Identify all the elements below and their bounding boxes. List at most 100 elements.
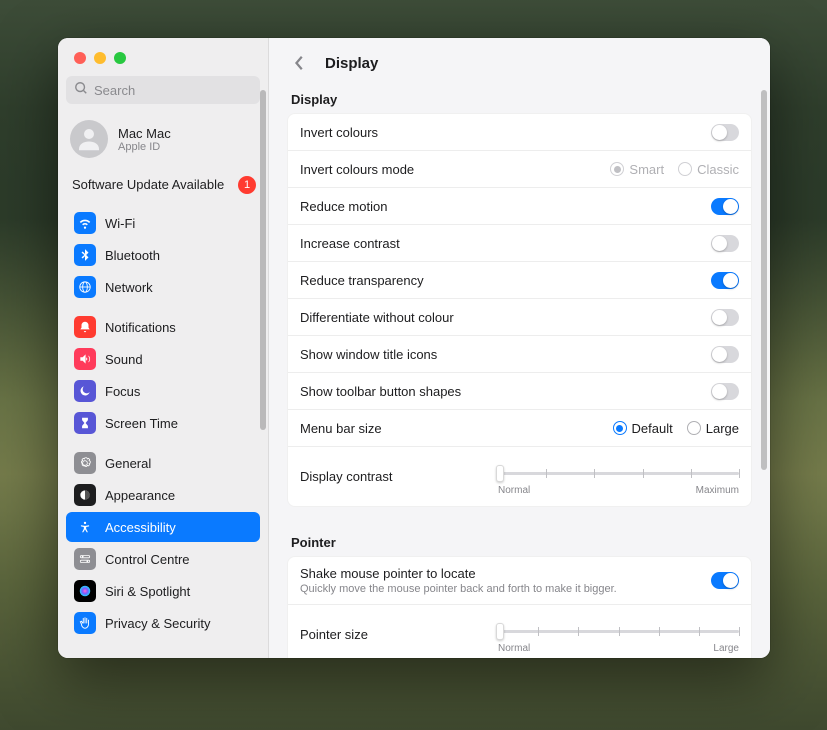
sidebar-item-control-centre[interactable]: Control Centre (66, 544, 260, 574)
search-input[interactable] (94, 83, 252, 98)
display-contrast-label: Display contrast (300, 469, 392, 484)
update-badge: 1 (238, 176, 256, 194)
differentiate-row: Differentiate without colour (288, 299, 751, 336)
account-sub: Apple ID (118, 141, 171, 153)
reduce-transparency-row: Reduce transparency (288, 262, 751, 299)
increase-contrast-toggle[interactable] (711, 235, 739, 252)
invert-mode-smart-radio: Smart (610, 162, 664, 177)
invert-mode-label: Invert colours mode (300, 162, 414, 177)
toggles-icon (74, 548, 96, 570)
maximize-window-button[interactable] (114, 52, 126, 64)
sidebar-item-label: Privacy & Security (105, 616, 210, 631)
moon-icon (74, 380, 96, 402)
toolbar-shapes-row: Show toolbar button shapes (288, 373, 751, 410)
hourglass-icon (74, 412, 96, 434)
invert-mode-classic-radio: Classic (678, 162, 739, 177)
sidebar-item-label: Wi-Fi (105, 216, 135, 231)
reduce-motion-row: Reduce motion (288, 188, 751, 225)
update-label: Software Update Available (72, 177, 224, 193)
sidebar-item-general[interactable]: General (66, 448, 260, 478)
bell-icon (74, 316, 96, 338)
toolbar-shapes-toggle[interactable] (711, 383, 739, 400)
pointer-size-normal-label: Normal (498, 643, 530, 654)
display-panel: Invert colours Invert colours mode Smart… (287, 113, 752, 507)
main-header: Display (269, 38, 770, 84)
sidebar: Mac Mac Apple ID Software Update Availab… (58, 38, 269, 658)
section-pointer-label: Pointer (287, 527, 752, 556)
invert-colours-row: Invert colours (288, 114, 751, 151)
sidebar-item-label: Appearance (105, 488, 175, 503)
accessibility-icon (74, 516, 96, 538)
sidebar-item-label: Screen Time (105, 416, 178, 431)
radio-dot-icon (613, 421, 627, 435)
sidebar-item-siri-spotlight[interactable]: Siri & Spotlight (66, 576, 260, 606)
sound-icon (74, 348, 96, 370)
reduce-transparency-toggle[interactable] (711, 272, 739, 289)
shake-pointer-toggle[interactable] (711, 572, 739, 589)
traffic-lights (58, 38, 268, 64)
appearance-icon (74, 484, 96, 506)
sidebar-item-label: Control Centre (105, 552, 190, 567)
gear-icon (74, 452, 96, 474)
bluetooth-icon (74, 244, 96, 266)
contrast-max-label: Maximum (696, 485, 739, 496)
close-window-button[interactable] (74, 52, 86, 64)
pointer-size-slider[interactable] (498, 621, 739, 641)
sidebar-item-label: General (105, 456, 151, 471)
window-title-icons-label: Show window title icons (300, 347, 437, 362)
differentiate-toggle[interactable] (711, 309, 739, 326)
menubar-size-row: Menu bar size Default Large (288, 410, 751, 447)
sidebar-item-screen-time[interactable]: Screen Time (66, 408, 260, 438)
window-title-icons-row: Show window title icons (288, 336, 751, 373)
window-title-icons-toggle[interactable] (711, 346, 739, 363)
shake-pointer-row: Shake mouse pointer to locate Quickly mo… (288, 557, 751, 605)
sidebar-item-appearance[interactable]: Appearance (66, 480, 260, 510)
sidebar-item-label: Bluetooth (105, 248, 160, 263)
increase-contrast-label: Increase contrast (300, 236, 400, 251)
radio-dot-icon (678, 162, 692, 176)
contrast-normal-label: Normal (498, 485, 530, 496)
sidebar-item-wi-fi[interactable]: Wi-Fi (66, 208, 260, 238)
globe-icon (74, 276, 96, 298)
account-row[interactable]: Mac Mac Apple ID (58, 112, 268, 166)
avatar (70, 120, 108, 158)
main-scroll[interactable]: Display Invert colours Invert colours mo… (269, 84, 770, 658)
siri-icon (74, 580, 96, 602)
sidebar-item-privacy-security[interactable]: Privacy & Security (66, 608, 260, 638)
sidebar-list: Wi-Fi Bluetooth Network NotificationsSound… (58, 204, 268, 652)
menubar-size-label: Menu bar size (300, 421, 382, 436)
sidebar-scrollbar[interactable] (260, 90, 266, 430)
account-name: Mac Mac (118, 126, 171, 141)
invert-mode-row: Invert colours mode Smart Classic (288, 151, 751, 188)
sidebar-item-sound[interactable]: Sound (66, 344, 260, 374)
pointer-size-large-label: Large (713, 643, 739, 654)
menubar-large-radio[interactable]: Large (687, 421, 739, 436)
main-content: Display Display Invert colours Invert co… (269, 38, 770, 658)
search-icon (74, 81, 88, 100)
minimize-window-button[interactable] (94, 52, 106, 64)
sidebar-item-focus[interactable]: Focus (66, 376, 260, 406)
pointer-panel: Shake mouse pointer to locate Quickly mo… (287, 556, 752, 658)
reduce-motion-toggle[interactable] (711, 198, 739, 215)
reduce-transparency-label: Reduce transparency (300, 273, 424, 288)
back-button[interactable] (289, 52, 311, 74)
sidebar-item-bluetooth[interactable]: Bluetooth (66, 240, 260, 270)
menubar-default-radio[interactable]: Default (613, 421, 673, 436)
shake-pointer-label: Shake mouse pointer to locate (300, 566, 617, 581)
shake-pointer-sublabel: Quickly move the mouse pointer back and … (300, 583, 617, 595)
search-field[interactable] (66, 76, 260, 104)
main-scrollbar[interactable] (761, 90, 767, 470)
reduce-motion-label: Reduce motion (300, 199, 387, 214)
pointer-size-label: Pointer size (300, 627, 368, 642)
invert-colours-toggle[interactable] (711, 124, 739, 141)
software-update-row[interactable]: Software Update Available 1 (58, 166, 268, 204)
sidebar-item-notifications[interactable]: Notifications (66, 312, 260, 342)
radio-dot-icon (687, 421, 701, 435)
sidebar-item-label: Siri & Spotlight (105, 584, 190, 599)
differentiate-label: Differentiate without colour (300, 310, 454, 325)
sidebar-item-network[interactable]: Network (66, 272, 260, 302)
sidebar-item-accessibility[interactable]: Accessibility (66, 512, 260, 542)
display-contrast-slider[interactable] (498, 463, 739, 483)
sidebar-item-label: Network (105, 280, 153, 295)
wifi-icon (74, 212, 96, 234)
